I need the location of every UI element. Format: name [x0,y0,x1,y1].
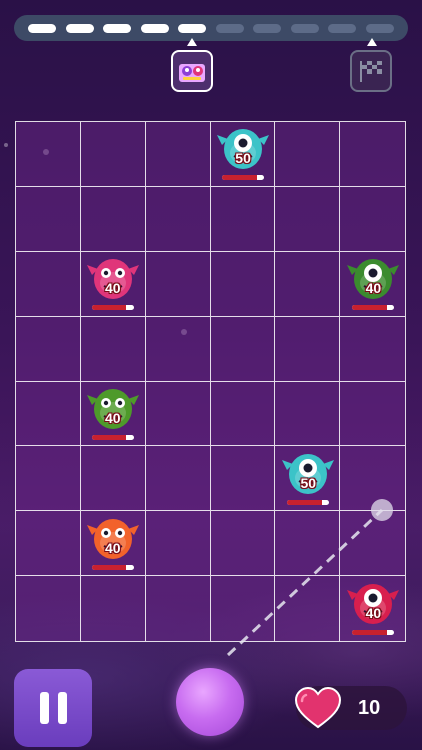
board-cell[interactable] [80,446,146,512]
board-cell[interactable] [210,446,276,512]
current-stage-icon [171,50,213,92]
lives-count: 10 [358,697,381,719]
progress-segment [328,23,357,33]
board-cell[interactable] [275,186,341,252]
cyan-cyclops-monster: 50 [213,123,273,185]
board-cell[interactable] [16,251,81,317]
monster-health-bar [352,304,395,310]
progress-segment [178,23,207,33]
checkered-flag-icon [360,61,382,82]
red-spider-monster: 40 [343,578,403,640]
progress-segment [65,23,94,33]
monster-hp-value: 40 [365,605,382,622]
monster-health-bar [352,630,395,636]
board-cell[interactable] [80,186,146,252]
board-cell[interactable] [80,316,146,382]
monster-health-bar [222,174,265,180]
lives-panel: 10 [294,686,407,730]
board-cell[interactable] [145,186,211,252]
board-cell[interactable] [340,122,405,187]
board-cell[interactable] [210,511,276,577]
heart-icon [294,687,342,729]
board-cell[interactable] [340,381,405,447]
green-shaggy-monster: 40 [83,383,143,445]
progress-segment [290,23,319,33]
board-cell[interactable] [340,316,405,382]
orange-horned-monster: 40 [83,513,143,575]
board-cell[interactable] [210,186,276,252]
board-cell[interactable] [145,576,211,641]
pause-button[interactable] [14,669,92,747]
board-cell[interactable] [275,576,341,641]
board-cell[interactable] [145,381,211,447]
progress-segment [28,23,56,33]
progress-segment [253,23,282,33]
board-cell[interactable] [275,251,341,317]
green-bat-monster: 40 [343,253,403,315]
board-cell[interactable] [340,186,405,252]
monster-group-icon [179,64,205,82]
monster-health-bar [91,435,134,441]
level-progress-bar [14,15,408,41]
progress-segment [365,23,394,33]
board-cell[interactable] [145,251,211,317]
board-cell[interactable] [275,316,341,382]
monster-hp-value: 50 [300,475,317,492]
board-cell[interactable] [145,511,211,577]
current-stage-pointer [187,38,197,46]
monster-health-bar [91,304,134,310]
board-cell[interactable] [16,316,81,382]
goal-stage-pointer [367,38,377,46]
board-cell[interactable] [275,122,341,187]
monster-hp-value: 40 [104,540,121,557]
board-cell[interactable] [16,122,81,187]
pause-icon [39,692,49,724]
progress-segment [140,23,169,33]
cyan-cyclops-monster: 50 [278,448,338,510]
launch-ball-button[interactable] [176,668,244,736]
board-cell[interactable] [145,122,211,187]
board-cell[interactable] [210,576,276,641]
board-cell[interactable] [80,122,146,187]
board-cell[interactable] [340,511,405,577]
monster-hp-value: 40 [104,279,121,296]
board-cell[interactable] [145,446,211,512]
game-board[interactable] [15,121,406,642]
board-cell[interactable] [80,576,146,641]
board-cell[interactable] [16,576,81,641]
board-cell[interactable] [16,186,81,252]
board-cell[interactable] [340,446,405,512]
board-cell[interactable] [210,381,276,447]
monster-health-bar [91,565,134,571]
pink-furry-monster: 40 [83,253,143,315]
progress-segment [103,23,132,33]
monster-hp-value: 40 [365,279,382,296]
board-cell[interactable] [275,511,341,577]
monster-hp-value: 40 [104,410,121,427]
monster-health-bar [287,500,330,506]
board-cell[interactable] [16,511,81,577]
board-cell[interactable] [210,316,276,382]
background-star [4,143,8,147]
progress-segment [215,23,244,33]
board-cell[interactable] [16,381,81,447]
monster-hp-value: 50 [235,149,251,166]
board-cell[interactable] [210,251,276,317]
pause-icon-bar [57,692,67,724]
board-cell[interactable] [16,446,81,512]
goal-stage-icon [350,50,392,92]
board-cell[interactable] [145,316,211,382]
board-cell[interactable] [275,381,341,447]
